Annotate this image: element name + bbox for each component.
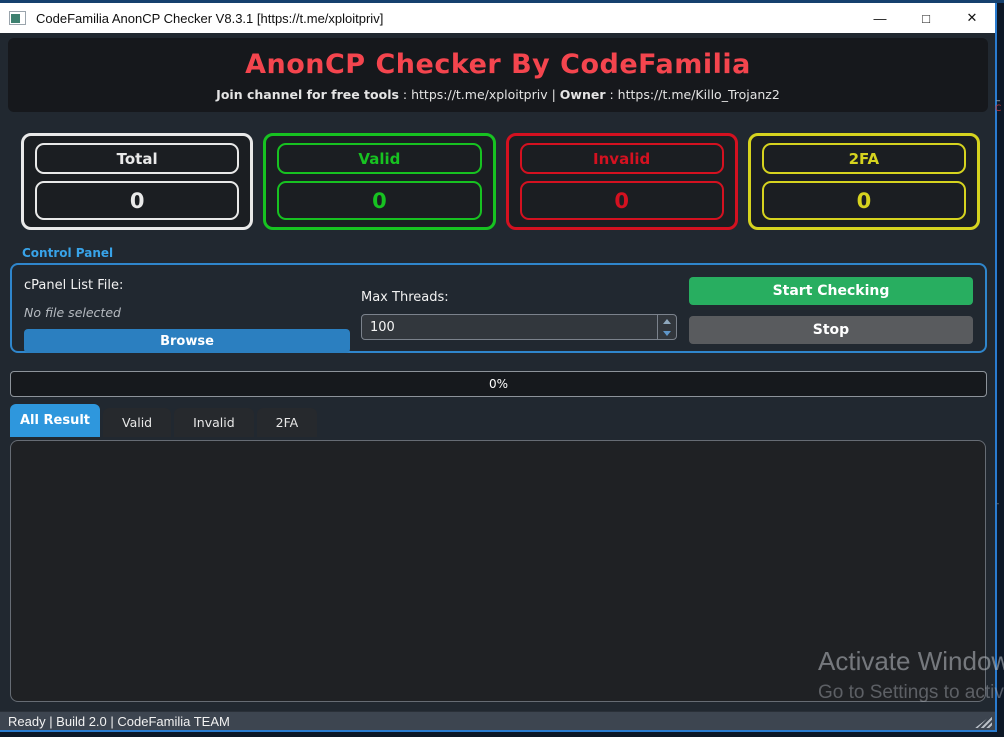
tab-2fa[interactable]: 2FA: [256, 408, 318, 437]
result-tabs: All Result Valid Invalid 2FA: [10, 404, 995, 437]
minimize-button[interactable]: —: [857, 3, 903, 33]
max-threads-spinner[interactable]: [361, 314, 677, 340]
subtitle-bold-join: Join channel for free tools: [216, 87, 399, 102]
subtitle-link-owner: : https://t.me/Killo_Trojanz2: [605, 87, 780, 102]
counter-label-invalid: Invalid: [519, 143, 724, 174]
counter-label-valid: Valid: [277, 143, 482, 174]
window-title: CodeFamilia AnonCP Checker V8.3.1 [https…: [36, 10, 384, 26]
app-icon: [9, 11, 26, 25]
counter-value-2fa: 0: [761, 181, 966, 220]
file-selected-status: No file selected: [24, 305, 121, 320]
spinner-down-button[interactable]: [658, 327, 676, 339]
screen-artifact: C: [995, 104, 1002, 114]
progress-bar: 0%: [10, 371, 987, 397]
app-subtitle: Join channel for free tools : https://t.…: [8, 87, 988, 102]
counter-card-invalid: Invalid 0: [505, 133, 738, 230]
control-panel-groupbox: cPanel List File: No file selected Brows…: [10, 263, 987, 353]
resize-grip-icon[interactable]: [975, 715, 992, 728]
tab-valid[interactable]: Valid: [103, 408, 172, 437]
app-title: AnonCP Checker By CodeFamilia: [245, 49, 751, 80]
window-controls: — □ ✕: [857, 3, 995, 33]
max-threads-input[interactable]: [362, 315, 657, 339]
counter-label-2fa: 2FA: [761, 143, 966, 174]
close-button[interactable]: ✕: [949, 3, 995, 33]
titlebar[interactable]: CodeFamilia AnonCP Checker V8.3.1 [https…: [0, 3, 995, 33]
spinner-up-button[interactable]: [658, 315, 676, 327]
maximize-button[interactable]: □: [903, 3, 949, 33]
tab-all-result[interactable]: All Result: [10, 404, 100, 437]
counter-value-invalid: 0: [519, 181, 724, 220]
counter-label-total: Total: [35, 143, 240, 174]
counter-value-valid: 0: [277, 181, 482, 220]
status-text: Ready | Build 2.0 | CodeFamilia TEAM: [8, 713, 230, 729]
spinner-buttons: [657, 315, 676, 339]
control-panel-label: Control Panel: [22, 246, 114, 260]
counter-value-total: 0: [35, 181, 240, 220]
start-checking-button[interactable]: Start Checking: [689, 277, 973, 305]
stop-button[interactable]: Stop: [689, 316, 973, 344]
max-threads-label: Max Threads:: [361, 290, 449, 305]
counter-card-valid: Valid 0: [263, 133, 496, 230]
subtitle-link-channel: : https://t.me/xploitpriv |: [398, 87, 560, 102]
cpanel-list-file-label: cPanel List File:: [24, 278, 124, 293]
browse-button[interactable]: Browse: [24, 329, 350, 353]
app-window: CodeFamilia AnonCP Checker V8.3.1 [https…: [0, 3, 997, 732]
results-panel[interactable]: [10, 440, 986, 702]
progress-percent-label: 0%: [488, 377, 509, 391]
chevron-down-icon: [663, 330, 671, 336]
tab-invalid[interactable]: Invalid: [174, 408, 254, 437]
chevron-up-icon: [663, 318, 671, 324]
screen-artifact: -: [996, 499, 1000, 509]
subtitle-bold-owner: Owner: [559, 87, 606, 102]
counter-card-2fa: 2FA 0: [747, 133, 980, 230]
header-banner: AnonCP Checker By CodeFamilia Join chann…: [8, 38, 988, 112]
status-bar: Ready | Build 2.0 | CodeFamilia TEAM: [0, 711, 995, 730]
screen: CodeFamilia AnonCP Checker V8.3.1 [https…: [0, 0, 1004, 737]
counter-card-total: Total 0: [21, 133, 254, 230]
counter-row: Total 0 Valid 0 Invalid 0 2FA 0: [21, 133, 980, 230]
